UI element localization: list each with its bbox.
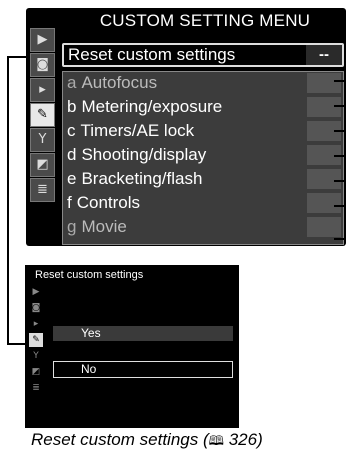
option-yes[interactable]: Yes (53, 326, 233, 341)
item-label: Controls (76, 193, 141, 212)
item-value-cell (307, 169, 341, 189)
item-letter: b (67, 97, 77, 116)
item-value-cell (307, 97, 341, 117)
menu-item-movie[interactable]: g Movie (67, 216, 341, 238)
playback-icon: ▶ (32, 287, 40, 297)
menu-title: CUSTOM SETTING MENU (99, 11, 311, 30)
submenu-tab-column: ▶ ◙ ▸ ✎ Y ◩ ≣ (29, 285, 43, 421)
retouch-icon[interactable]: ◩ (30, 153, 55, 177)
my-menu-icon: ≣ (32, 383, 40, 393)
figure-caption: Reset custom settings (🕮 326) (31, 430, 263, 454)
retouch-icon: ◩ (31, 367, 41, 377)
connector-tick (334, 180, 344, 182)
pencil-icon: ✎ (29, 333, 43, 347)
item-letter: c (67, 121, 76, 140)
item-letter: g (67, 217, 77, 236)
connector-tick (334, 80, 344, 82)
item-label: Autofocus (81, 73, 158, 92)
connector-tick (334, 205, 344, 207)
connector-tick (334, 155, 344, 157)
item-label: Timers/AE lock (80, 121, 195, 140)
menu-item-bracketing[interactable]: e Bracketing/flash (67, 168, 341, 190)
connector-line-vertical (7, 56, 9, 345)
menu-item-timers[interactable]: c Timers/AE lock (67, 120, 341, 142)
caption-text: Reset custom settings ( (31, 430, 209, 449)
reset-value: -- (306, 45, 342, 65)
item-label: Shooting/display (81, 145, 207, 164)
menu-item-controls[interactable]: f Controls (67, 192, 341, 214)
my-menu-icon[interactable]: ≣ (30, 178, 55, 202)
item-label: Metering/exposure (81, 97, 223, 116)
playback-icon[interactable]: ▶ (30, 28, 55, 52)
reset-confirmation-screen: Reset custom settings ▶ ◙ ▸ ✎ Y ◩ ≣ Yes … (25, 265, 239, 428)
camera-icon: ◙ (31, 303, 41, 313)
menu-item-shooting[interactable]: d Shooting/display (67, 144, 341, 166)
connector-tick (334, 238, 344, 240)
caption-close: ) (257, 430, 263, 449)
item-letter: d (67, 145, 77, 164)
submenu-title: Reset custom settings (35, 269, 144, 281)
item-value-cell (307, 73, 341, 93)
item-letter: a (67, 73, 77, 92)
custom-setting-menu-screen: CUSTOM SETTING MENU ▶ ◙ ▸ ✎ Y ◩ ≣ Reset … (26, 8, 346, 246)
connector-tick (334, 105, 344, 107)
menu-item-metering[interactable]: b Metering/exposure (67, 96, 341, 118)
item-letter: e (67, 169, 77, 188)
item-label: Bracketing/flash (81, 169, 203, 188)
item-letter: f (67, 193, 72, 212)
item-label: Movie (81, 217, 127, 236)
caption-page-ref: 326 (228, 430, 258, 449)
reset-custom-settings-item[interactable]: Reset custom settings -- (62, 43, 344, 67)
wrench-icon[interactable]: Y (30, 128, 55, 152)
reset-label: Reset custom settings (68, 45, 236, 64)
wrench-icon: Y (33, 351, 39, 361)
book-icon: 🕮 (208, 434, 224, 449)
menu-tab-column: ▶ ◙ ▸ ✎ Y ◩ ≣ (30, 28, 55, 250)
connector-tick (334, 130, 344, 132)
movie-icon[interactable]: ▸ (30, 78, 55, 102)
movie-icon: ▸ (33, 319, 39, 329)
menu-item-autofocus[interactable]: a Autofocus (67, 72, 341, 94)
pencil-icon[interactable]: ✎ (30, 103, 55, 127)
menu-list: a Autofocus b Metering/exposure c Timers/AE… (62, 71, 344, 245)
camera-icon[interactable]: ◙ (30, 53, 55, 77)
item-value-cell (307, 217, 341, 237)
item-value-cell (307, 193, 341, 213)
option-no[interactable]: No (53, 361, 233, 378)
